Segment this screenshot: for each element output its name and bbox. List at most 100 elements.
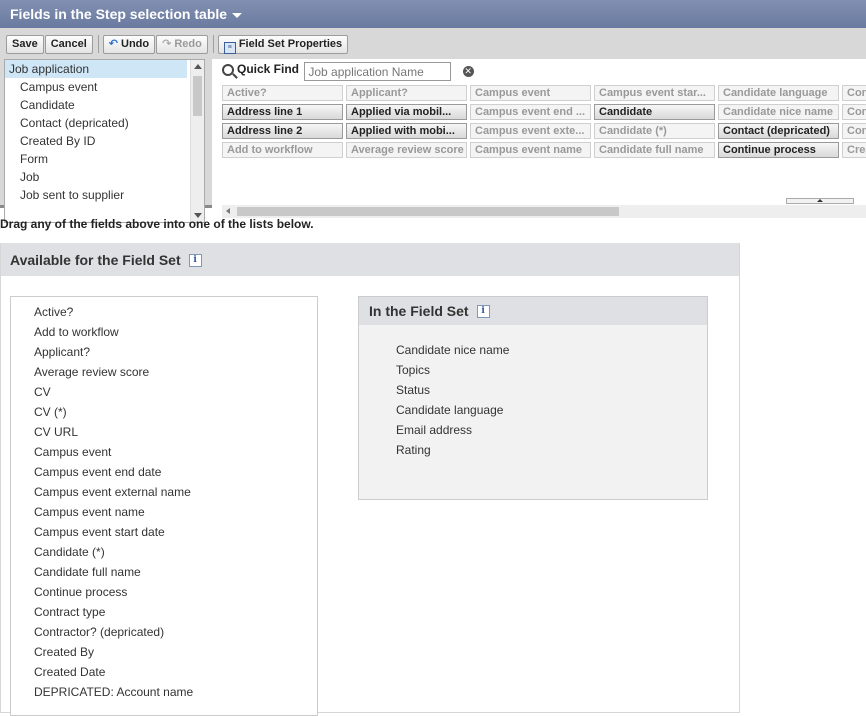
in-field-set-header: In the Field Set i: [359, 297, 707, 325]
palette-field[interactable]: Candidate full name: [594, 142, 715, 158]
object-list-item-job-application[interactable]: Job application: [5, 60, 187, 78]
palette-field[interactable]: Applied via mobil...: [346, 104, 467, 120]
available-field[interactable]: Created Date: [11, 662, 317, 682]
chevron-down-icon[interactable]: [232, 12, 243, 18]
available-field[interactable]: Active?: [11, 302, 317, 322]
palette-field[interactable]: Address line 2: [222, 123, 343, 139]
palette-field[interactable]: Campus event star...: [594, 85, 715, 101]
in-field-set-field[interactable]: Candidate nice name: [359, 340, 707, 360]
available-title: Available for the Field Set: [10, 252, 181, 268]
undo-label: Undo: [121, 38, 150, 50]
available-field[interactable]: Created By: [11, 642, 317, 662]
properties-icon: ≡: [223, 42, 236, 54]
available-field[interactable]: Contractor? (depricated): [11, 622, 317, 642]
object-list-item-form[interactable]: Form: [5, 150, 204, 168]
palette-field[interactable]: Candidate nice name: [718, 104, 839, 120]
available-field[interactable]: Campus event external name: [11, 482, 317, 502]
in-field-set-panel: In the Field Set i Candidate nice name To…: [358, 296, 708, 500]
clear-icon[interactable]: ✕: [462, 66, 474, 77]
palette-field[interactable]: Contact (depricated): [718, 123, 839, 139]
palette-field[interactable]: Continue process: [718, 142, 839, 158]
panel-resize-handle[interactable]: [786, 198, 854, 204]
redo-icon: ↷: [162, 38, 172, 50]
available-header: Available for the Field Set i: [1, 243, 739, 276]
toolbar-divider: [212, 35, 214, 53]
toolbar: Save Cancel ↶ Undo ↷ Redo ≡ Field Set Propertie…: [6, 35, 349, 55]
palette-field[interactable]: Applicant?: [346, 85, 467, 101]
available-field[interactable]: Campus event start date: [11, 522, 317, 542]
undo-button[interactable]: ↶ Undo: [102, 35, 156, 54]
quick-find-label: Quick Find: [237, 62, 300, 76]
quick-find: Quick Find ✕: [222, 62, 474, 82]
object-list-item-job[interactable]: Job: [5, 168, 204, 186]
available-field[interactable]: CV: [11, 382, 317, 402]
available-field[interactable]: Applicant?: [11, 342, 317, 362]
available-field[interactable]: Candidate full name: [11, 562, 317, 582]
palette-field[interactable]: Candidate language: [718, 85, 839, 101]
page-header[interactable]: Fields in the Step selection table: [0, 0, 866, 28]
palette-field[interactable]: Crea: [842, 142, 866, 158]
available-field[interactable]: Contract type: [11, 602, 317, 622]
palette-field[interactable]: Campus event exte...: [470, 123, 591, 139]
available-fields-list: Active? Add to workflow Applicant? Avera…: [10, 296, 318, 716]
palette-field[interactable]: Con: [842, 85, 866, 101]
available-field[interactable]: Average review score: [11, 362, 317, 382]
scroll-up-icon[interactable]: [194, 64, 202, 69]
available-field[interactable]: CV URL: [11, 422, 317, 442]
info-icon[interactable]: i: [476, 305, 490, 318]
palette-field[interactable]: Applied with mobi...: [346, 123, 467, 139]
search-icon: [222, 64, 234, 76]
field-set-properties-button[interactable]: ≡ Field Set Properties: [217, 35, 349, 54]
available-field[interactable]: DEPRICATED: Account name: [11, 682, 317, 702]
palette-field[interactable]: Candidate: [594, 104, 715, 120]
in-field-set-field[interactable]: Topics: [359, 360, 707, 380]
page-title: Fields in the Step selection table: [10, 6, 228, 22]
available-field[interactable]: Candidate (*): [11, 542, 317, 562]
redo-button[interactable]: ↷ Redo: [156, 35, 208, 54]
palette-field[interactable]: Add to workflow: [222, 142, 343, 158]
palette-field[interactable]: Campus event: [470, 85, 591, 101]
palette-scrollbar[interactable]: [222, 205, 866, 218]
palette-field[interactable]: Address line 1: [222, 104, 343, 120]
redo-label: Redo: [174, 38, 202, 50]
available-field[interactable]: CV (*): [11, 402, 317, 422]
in-field-set-field[interactable]: Email address: [359, 420, 707, 440]
scrollbar-thumb[interactable]: [193, 76, 202, 116]
available-field[interactable]: Continue process: [11, 582, 317, 602]
palette-field[interactable]: Active?: [222, 85, 343, 101]
palette-field[interactable]: Con: [842, 104, 866, 120]
in-field-set-title: In the Field Set: [369, 303, 469, 319]
available-panel: Available for the Field Set i Active? Add…: [0, 243, 740, 716]
toolbar-divider: [97, 35, 99, 53]
palette-field[interactable]: Campus event end ...: [470, 104, 591, 120]
in-field-set-field[interactable]: Rating: [359, 440, 707, 460]
available-field[interactable]: Add to workflow: [11, 322, 317, 342]
palette-field[interactable]: Campus event name: [470, 142, 591, 158]
field-set-editor: Save Cancel ↶ Undo ↷ Redo ≡ Field Set Propertie…: [0, 28, 866, 223]
object-list-item-created-by-id[interactable]: Created By ID: [5, 132, 204, 150]
in-field-set-field[interactable]: Candidate language: [359, 400, 707, 420]
cancel-button[interactable]: Cancel: [44, 35, 93, 54]
field-set-properties-label: Field Set Properties: [238, 38, 343, 50]
available-field[interactable]: Campus event: [11, 442, 317, 462]
scroll-left-icon[interactable]: [226, 208, 230, 214]
object-list-item-job-sent-to-supplier[interactable]: Job sent to supplier: [5, 186, 204, 204]
palette-field[interactable]: Average review score: [346, 142, 467, 158]
object-list-item-candidate[interactable]: Candidate: [5, 96, 204, 114]
field-palette: Quick Find ✕ Active? Applicant? Campus e…: [212, 59, 866, 221]
in-field-set-list: Candidate nice name Topics Status Candid…: [359, 325, 707, 460]
in-field-set-field[interactable]: Status: [359, 380, 707, 400]
available-field[interactable]: Campus event end date: [11, 462, 317, 482]
drag-instructions: Drag any of the fields above into one of…: [0, 217, 314, 231]
object-list-scrollbar[interactable]: [190, 60, 204, 222]
scrollbar-thumb[interactable]: [237, 207, 619, 216]
available-field[interactable]: Campus event name: [11, 502, 317, 522]
object-list-item-contact[interactable]: Contact (depricated): [5, 114, 204, 132]
palette-field[interactable]: Con: [842, 123, 866, 139]
quick-find-input[interactable]: [304, 62, 452, 81]
save-button[interactable]: Save: [6, 35, 44, 54]
object-list-item-campus-event[interactable]: Campus event: [5, 78, 204, 96]
object-list: Job application Campus event Candidate C…: [4, 59, 205, 223]
palette-field[interactable]: Candidate (*): [594, 123, 715, 139]
info-icon[interactable]: i: [188, 254, 202, 267]
